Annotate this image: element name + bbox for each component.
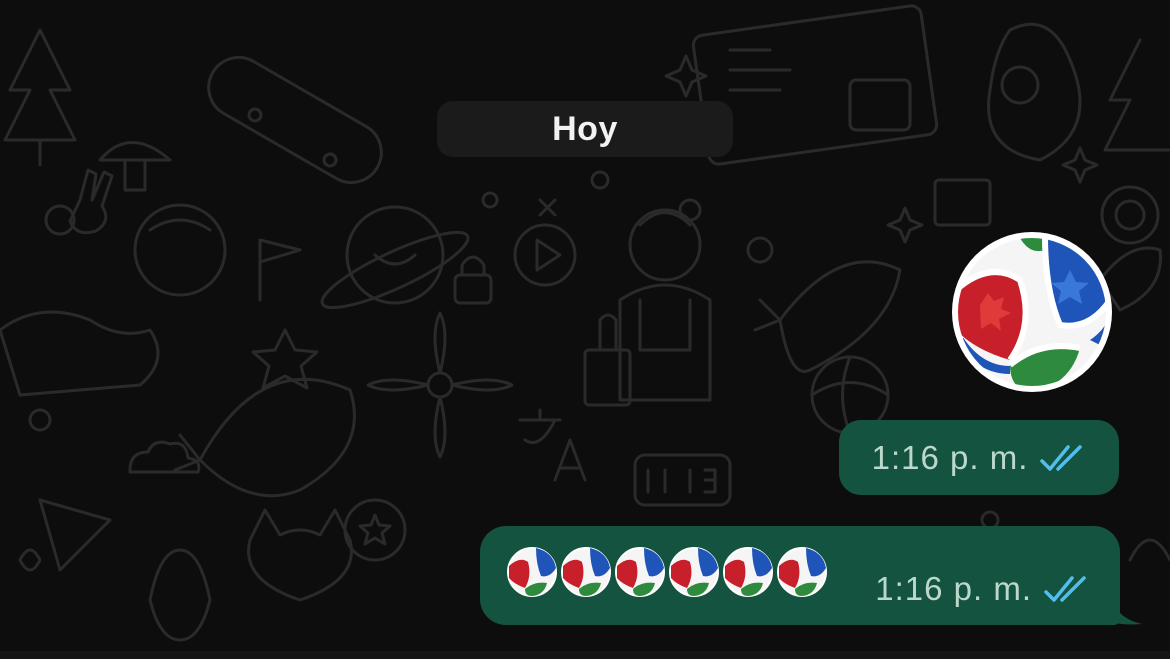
soccer-ball-sticker[interactable] [950,230,1114,394]
soccer-ball-emoji [723,547,773,597]
date-separator-label: Hoy [552,109,618,148]
bottom-edge [0,651,1170,659]
soccer-ball-emoji [669,547,719,597]
message-time: 1:16 p. m. [875,570,1032,607]
soccer-ball-emoji [777,547,827,597]
emoji-row [506,546,828,598]
bubble-tail [1108,590,1142,625]
soccer-ball-emoji [561,547,611,597]
emoji-message-bubble[interactable]: 1:16 p. m. [480,526,1120,625]
message-time: 1:16 p. m. [871,438,1029,476]
double-check-icon [1040,444,1083,471]
double-check-icon [1044,576,1086,602]
sticker-message-meta: 1:16 p. m. [839,420,1119,495]
chat-view: Hoy 1:16 p. m. 1:16 p. m. [0,0,1170,659]
soccer-ball-emoji [615,547,665,597]
soccer-ball-emoji [507,547,557,597]
date-separator: Hoy [437,101,733,157]
emoji-message-meta: 1:16 p. m. [875,570,1090,608]
